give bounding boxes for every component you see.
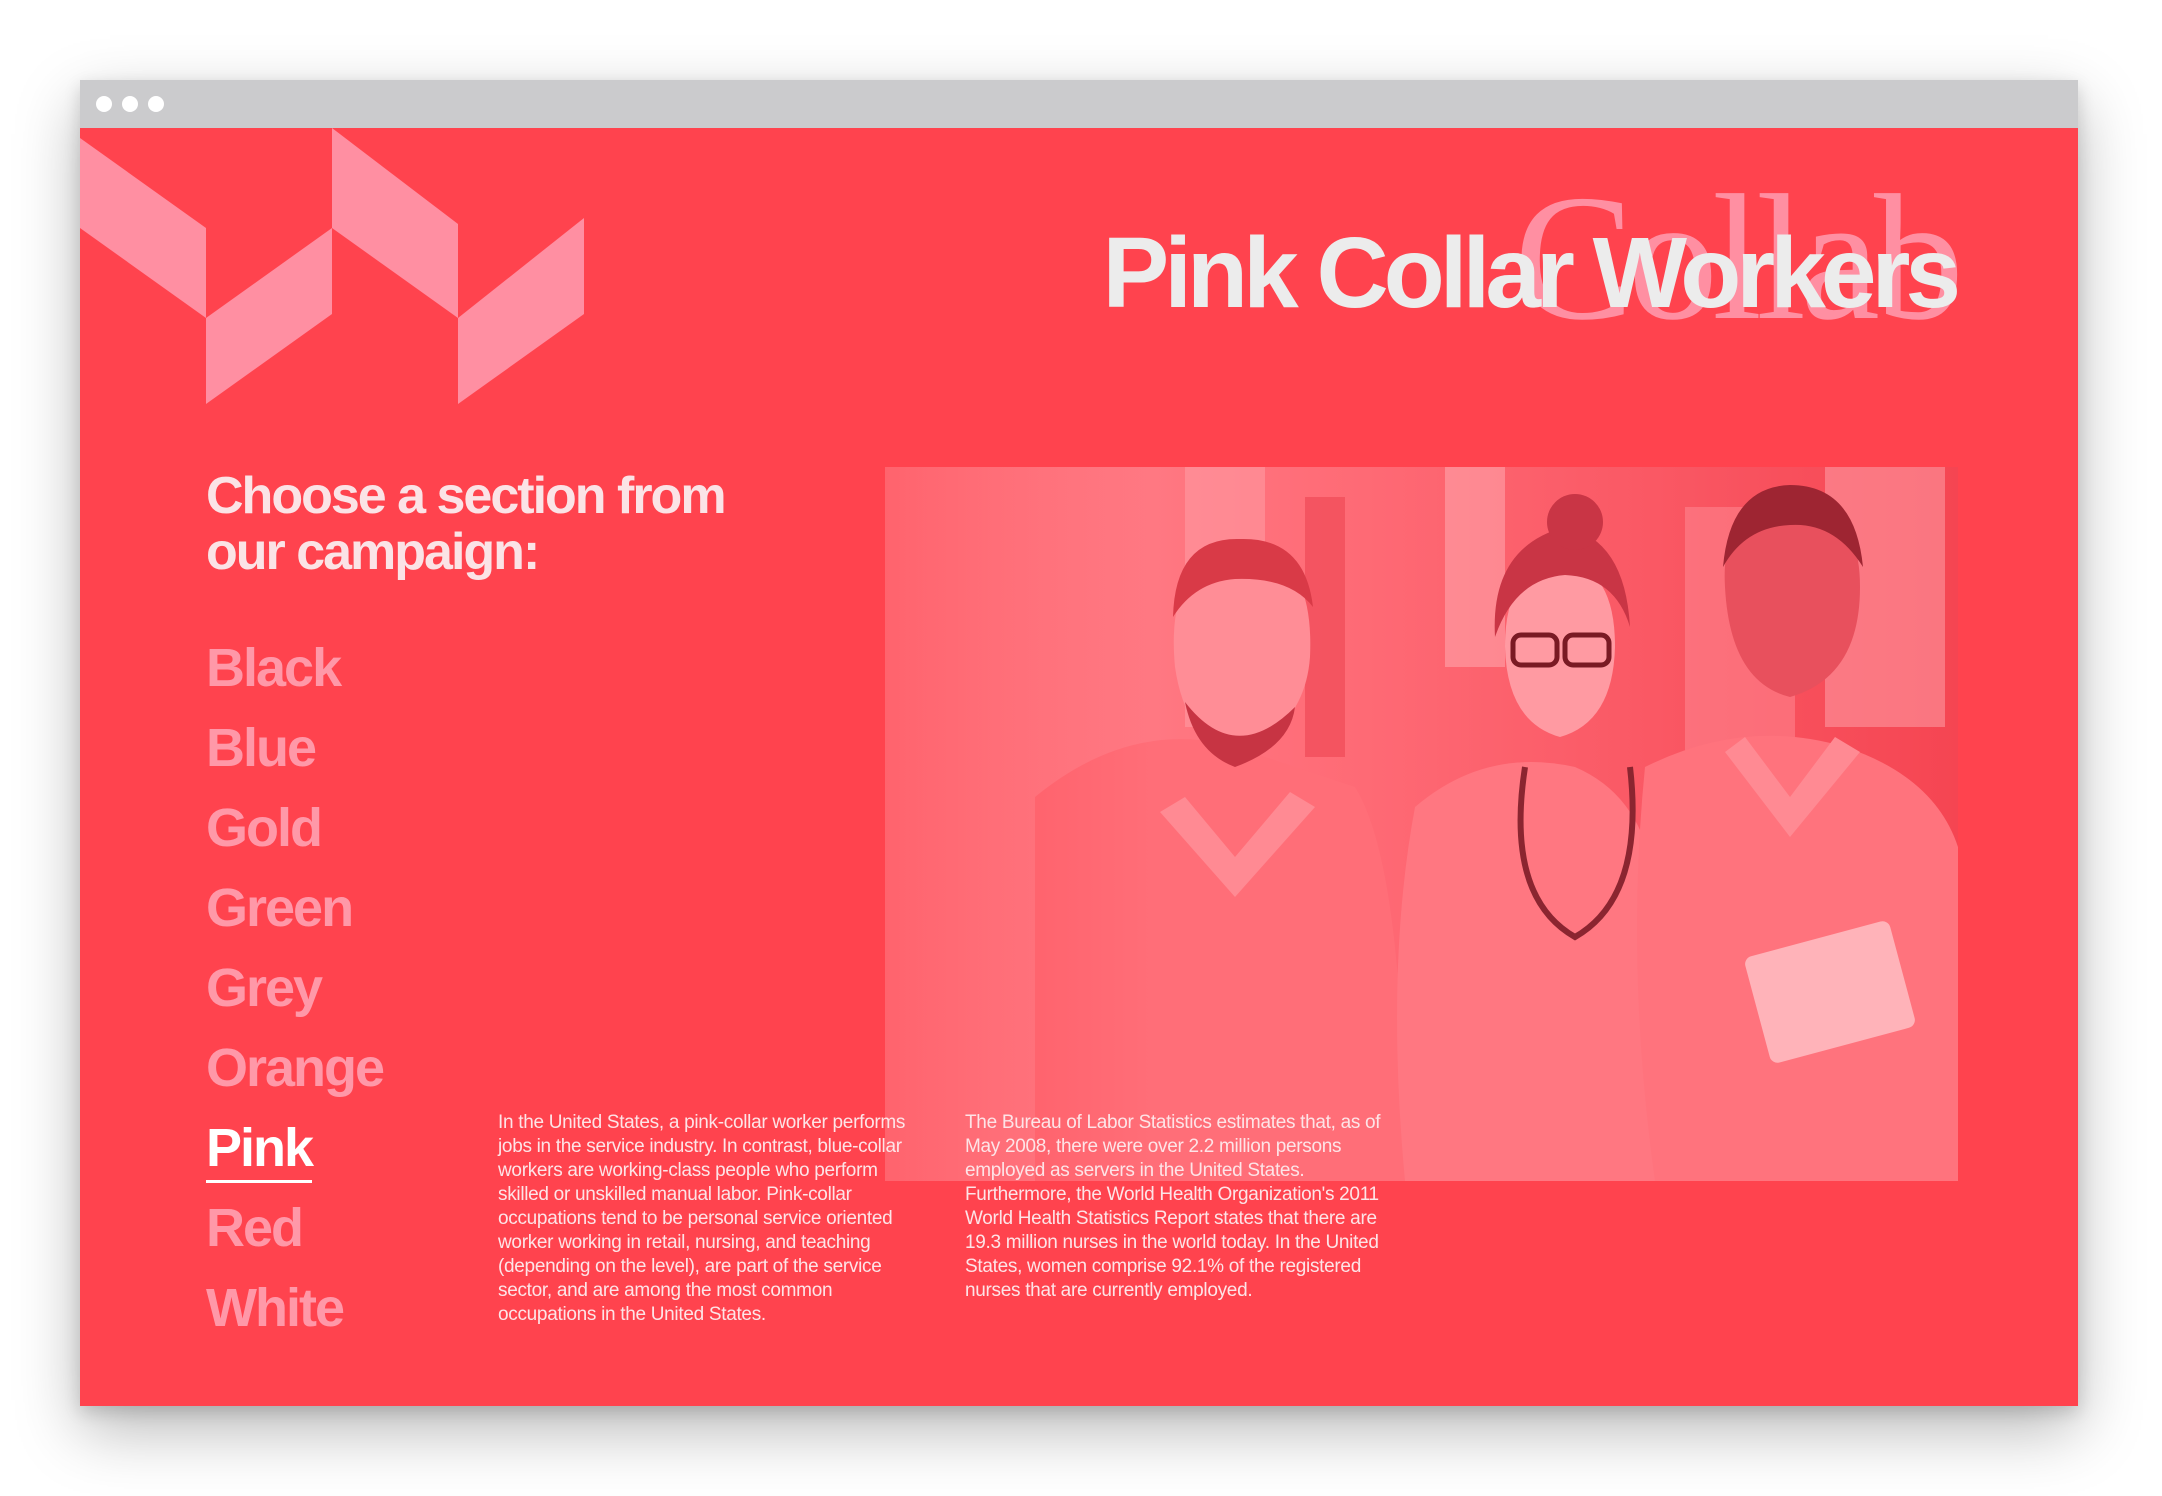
page-content: Collab Pink Collar Workers Choose a sect… [80, 128, 2078, 1406]
healthcare-workers-photo [885, 467, 1958, 1181]
nav-item-white[interactable]: White [206, 1268, 383, 1348]
section-prompt: Choose a section from our campaign: [206, 467, 727, 581]
intro-paragraph: In the United States, a pink-collar work… [498, 1112, 906, 1325]
maximize-window-dot[interactable] [148, 96, 164, 112]
chevron-logo-icon [80, 128, 584, 404]
nav-item-green[interactable]: Green [206, 868, 383, 948]
nav-item-black[interactable]: Black [206, 628, 383, 708]
statistics-paragraph: The Bureau of Labor Statistics estimates… [965, 1112, 1381, 1301]
nav-item-blue[interactable]: Blue [206, 708, 383, 788]
nav-item-grey[interactable]: Grey [206, 948, 383, 1028]
browser-window: Collab Pink Collar Workers Choose a sect… [80, 80, 2078, 1406]
minimize-window-dot[interactable] [122, 96, 138, 112]
page-title: Pink Collar Workers [1102, 217, 1961, 329]
campaign-section-nav: Black Blue Gold Green Grey Orange Pink R… [206, 628, 385, 1348]
nav-item-pink[interactable]: Pink [206, 1108, 383, 1188]
nav-item-orange[interactable]: Orange [206, 1028, 385, 1108]
nav-item-red[interactable]: Red [206, 1188, 383, 1268]
window-titlebar [80, 80, 2078, 128]
nav-item-gold[interactable]: Gold [206, 788, 383, 868]
close-window-dot[interactable] [96, 96, 112, 112]
